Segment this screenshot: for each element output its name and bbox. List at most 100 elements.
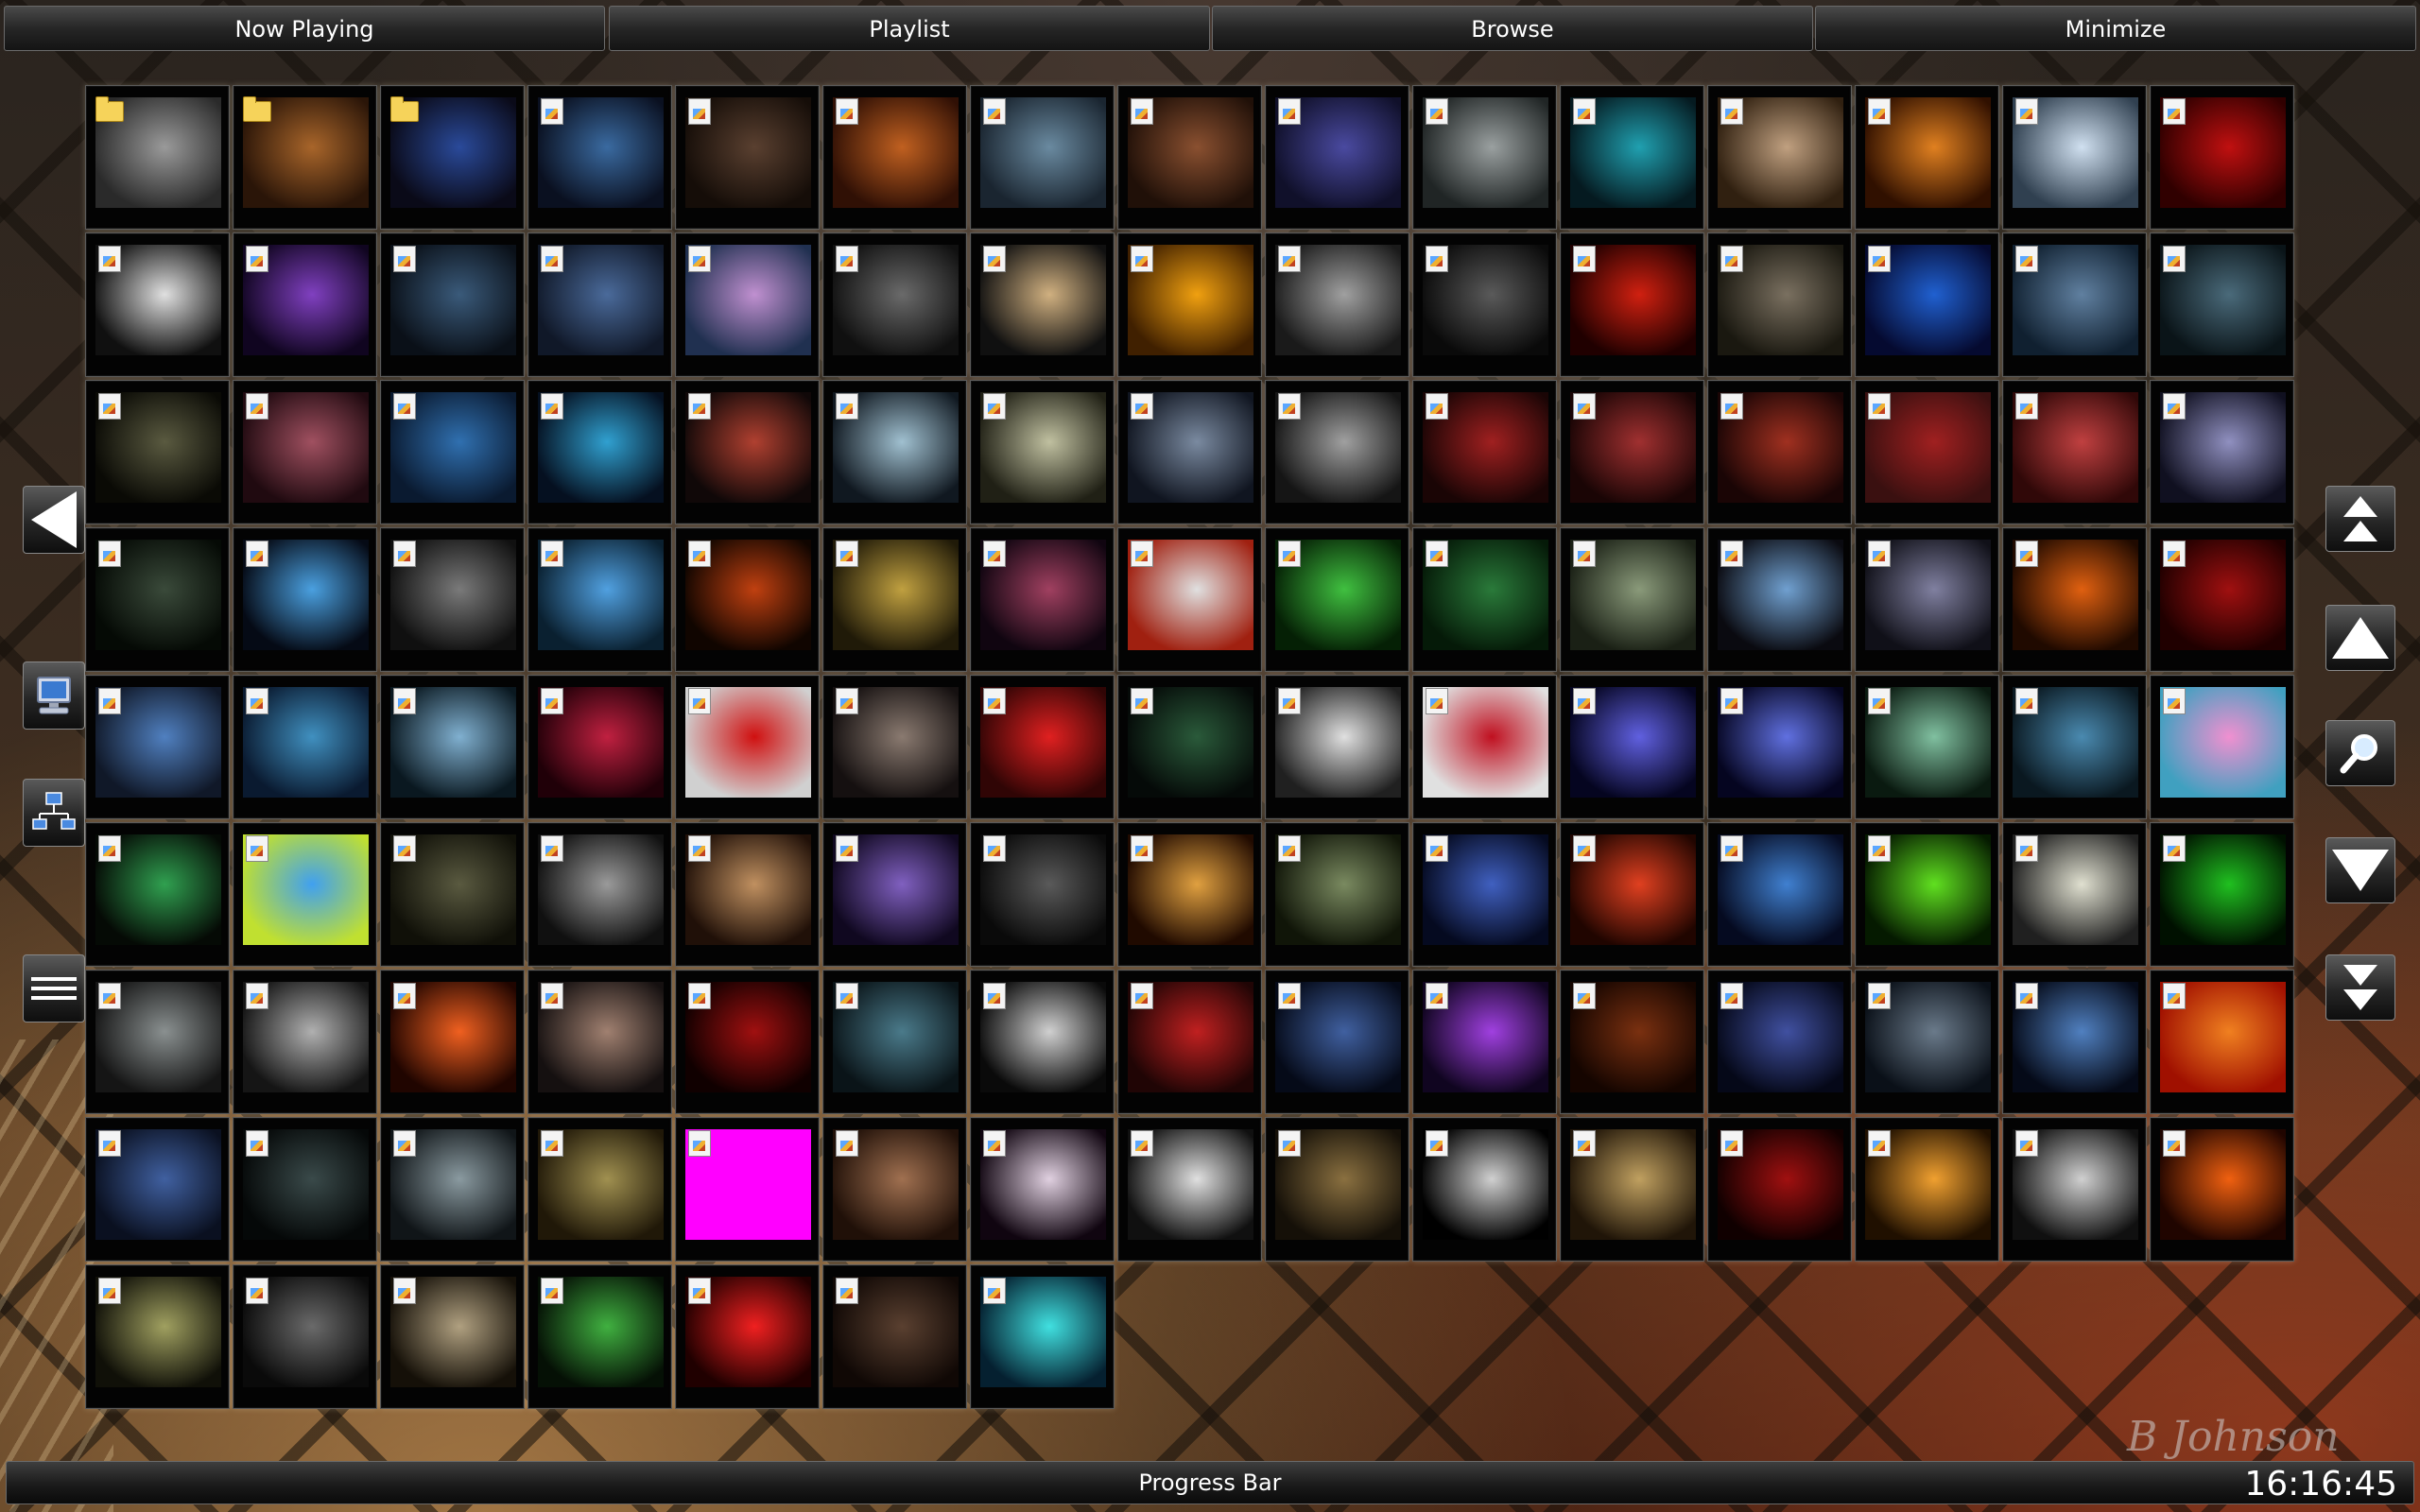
media-tile[interactable] [1412,1117,1557,1262]
media-tile[interactable] [1265,380,1409,524]
media-tile[interactable] [1412,822,1557,967]
media-tile[interactable] [233,527,377,672]
media-tile[interactable] [85,527,230,672]
media-tile[interactable] [1265,675,1409,819]
media-tile[interactable] [1412,85,1557,230]
media-tile[interactable] [1117,527,1262,672]
media-tile[interactable] [1265,232,1409,377]
media-tile[interactable] [1412,380,1557,524]
media-tile[interactable] [1265,822,1409,967]
media-tile[interactable] [2150,1117,2294,1262]
media-tile[interactable] [380,85,525,230]
media-tile[interactable] [380,1117,525,1262]
media-tile[interactable] [1707,85,1852,230]
media-tile[interactable] [380,380,525,524]
scroll-down-button[interactable] [2325,837,2395,903]
media-tile[interactable] [1412,527,1557,672]
media-tile[interactable] [2002,85,2147,230]
media-tile[interactable] [1707,232,1852,377]
media-tile[interactable] [2150,527,2294,672]
media-tile[interactable] [1707,527,1852,672]
media-tile[interactable] [527,1117,672,1262]
media-tile[interactable] [2002,380,2147,524]
media-tile[interactable] [1707,970,1852,1114]
media-tile[interactable] [1117,822,1262,967]
media-tile[interactable] [527,232,672,377]
media-tile[interactable] [380,232,525,377]
media-tile[interactable] [85,380,230,524]
media-tile[interactable] [970,1117,1115,1262]
media-tile[interactable] [675,380,820,524]
media-tile[interactable] [1117,1117,1262,1262]
media-tile[interactable] [822,527,967,672]
media-tile[interactable] [2150,970,2294,1114]
media-tile[interactable] [675,675,820,819]
media-tile[interactable] [85,232,230,377]
media-tile[interactable] [1560,822,1704,967]
media-tile[interactable] [233,232,377,377]
media-tile[interactable] [1855,85,1999,230]
media-tile[interactable] [233,85,377,230]
media-tile[interactable] [1560,232,1704,377]
media-tile[interactable] [822,970,967,1114]
playlist-button[interactable]: Playlist [609,6,1210,51]
media-tile[interactable] [822,1264,967,1409]
back-button[interactable] [23,486,85,554]
media-tile[interactable] [675,822,820,967]
media-tile[interactable] [822,675,967,819]
media-tile[interactable] [2002,675,2147,819]
media-tile[interactable] [1855,970,1999,1114]
media-tile[interactable] [527,822,672,967]
media-tile[interactable] [527,527,672,672]
my-computer-button[interactable] [23,662,85,730]
media-tile[interactable] [2150,380,2294,524]
media-tile[interactable] [2150,232,2294,377]
media-tile[interactable] [233,1117,377,1262]
media-tile[interactable] [1117,232,1262,377]
media-tile[interactable] [2150,822,2294,967]
media-tile[interactable] [2002,822,2147,967]
media-tile[interactable] [1707,822,1852,967]
media-tile[interactable] [2150,85,2294,230]
media-tile[interactable] [1855,1117,1999,1262]
media-tile[interactable] [970,1264,1115,1409]
media-tile[interactable] [527,380,672,524]
media-tile[interactable] [85,1264,230,1409]
media-tile[interactable] [675,1264,820,1409]
scroll-up-button[interactable] [2325,605,2395,671]
media-tile[interactable] [2002,1117,2147,1262]
media-tile[interactable] [380,822,525,967]
media-tile[interactable] [970,675,1115,819]
media-tile[interactable] [1855,527,1999,672]
media-tile[interactable] [233,822,377,967]
media-tile[interactable] [1265,85,1409,230]
media-tile[interactable] [2150,675,2294,819]
media-tile[interactable] [1560,380,1704,524]
media-tile[interactable] [970,232,1115,377]
media-tile[interactable] [1855,380,1999,524]
media-tile[interactable] [970,527,1115,672]
media-tile[interactable] [1412,675,1557,819]
media-tile[interactable] [1560,527,1704,672]
media-tile[interactable] [1117,970,1262,1114]
media-tile[interactable] [822,1117,967,1262]
media-tile[interactable] [1560,1117,1704,1262]
media-tile[interactable] [1855,675,1999,819]
media-tile[interactable] [380,675,525,819]
browse-button[interactable]: Browse [1212,6,1813,51]
media-tile[interactable] [822,822,967,967]
network-button[interactable] [23,779,85,847]
media-tile[interactable] [85,1117,230,1262]
media-tile[interactable] [233,675,377,819]
media-tile[interactable] [970,85,1115,230]
media-tile[interactable] [1707,380,1852,524]
media-tile[interactable] [85,822,230,967]
media-tile[interactable] [1560,85,1704,230]
progress-bar[interactable]: Progress Bar [6,1461,2414,1504]
media-tile[interactable] [822,232,967,377]
media-tile[interactable] [822,380,967,524]
media-tile[interactable] [1560,675,1704,819]
media-tile[interactable] [527,1264,672,1409]
media-tile[interactable] [380,970,525,1114]
media-tile[interactable] [233,1264,377,1409]
